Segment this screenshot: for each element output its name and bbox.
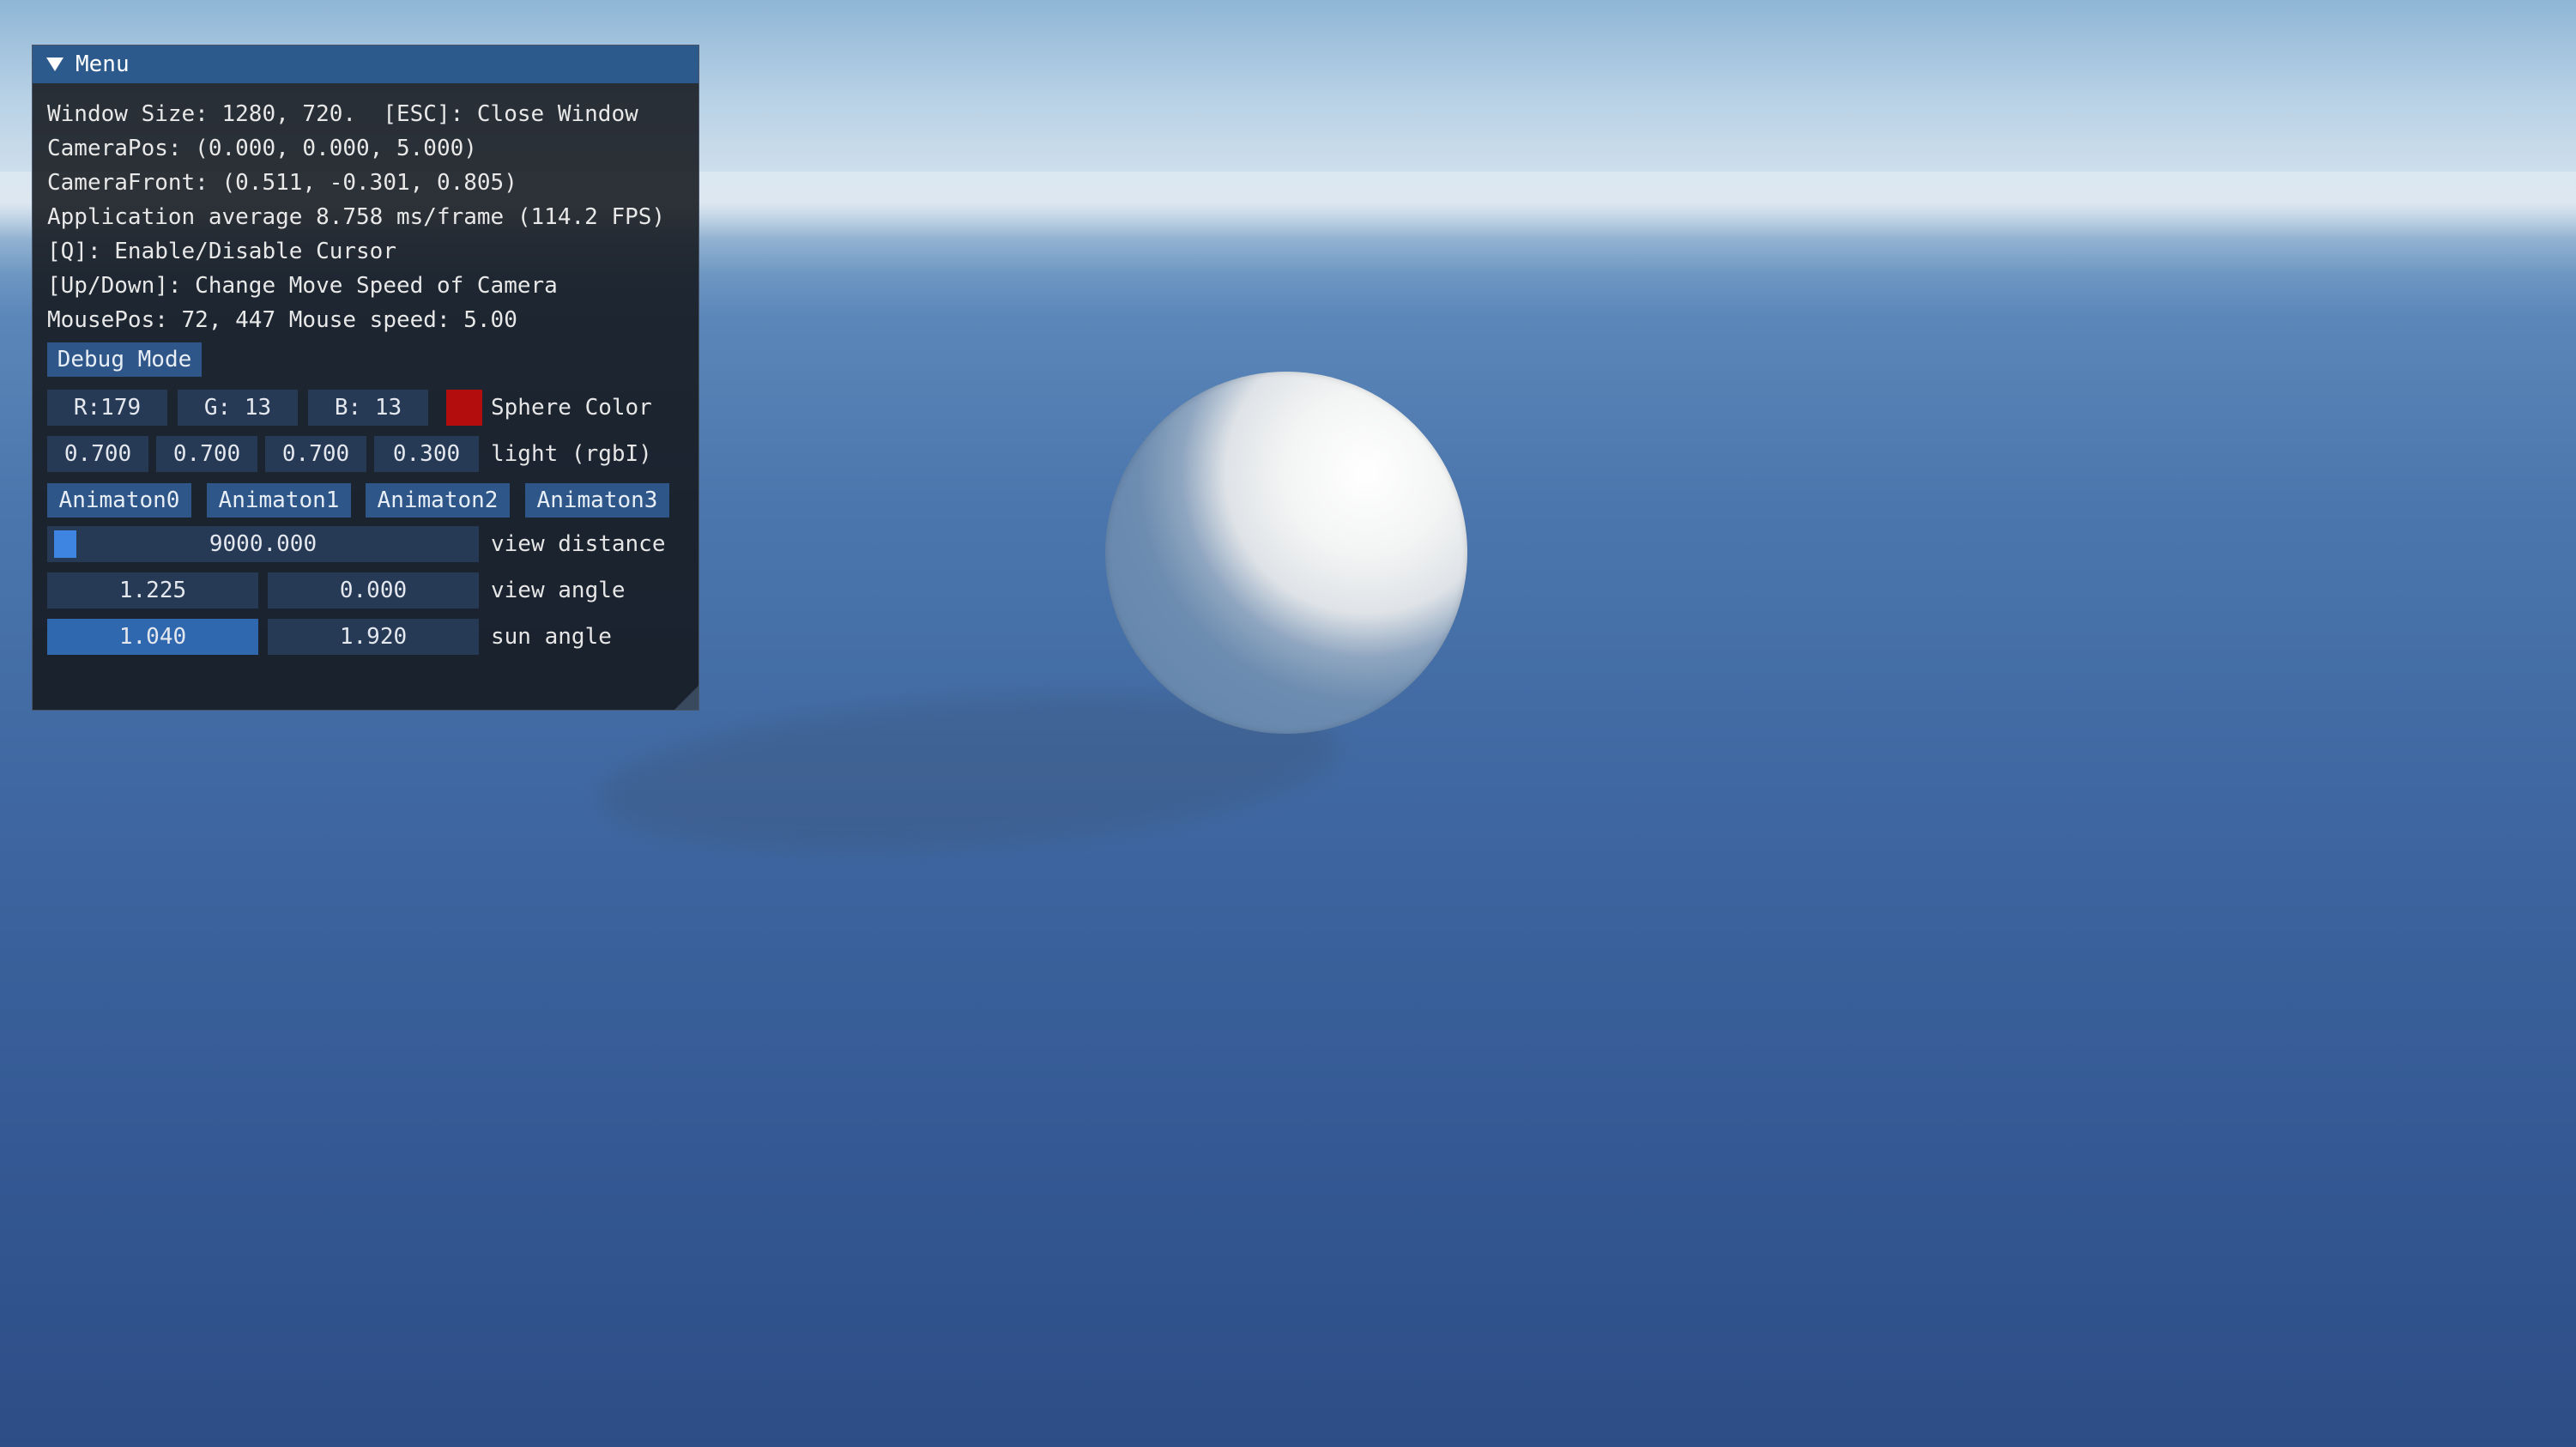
window-resize-grip[interactable] <box>674 686 698 710</box>
light-label: light (rgbI) <box>491 441 652 467</box>
sun-angle-x-field[interactable]: 1.040 <box>47 619 258 655</box>
sphere-color-b-field[interactable]: B: 13 <box>308 390 428 426</box>
info-camera-front: CameraFront: (0.511, -0.301, 0.805) <box>47 170 517 196</box>
sphere-color-swatch[interactable] <box>446 390 482 426</box>
info-fps: Application average 8.758 ms/frame (114.… <box>47 204 666 230</box>
sphere-color-label: Sphere Color <box>491 395 652 421</box>
info-cursor-toggle: [Q]: Enable/Disable Cursor <box>47 239 396 264</box>
info-camera-pos: CameraPos: (0.000, 0.000, 5.000) <box>47 136 477 161</box>
animation1-button[interactable]: Animaton1 <box>207 483 351 518</box>
view-distance-label: view distance <box>491 531 666 557</box>
sphere-color-g-field[interactable]: G: 13 <box>178 390 298 426</box>
animation3-button[interactable]: Animaton3 <box>525 483 669 518</box>
sun-angle-label: sun angle <box>491 624 612 650</box>
sphere-color-r-field[interactable]: R:179 <box>47 390 167 426</box>
menu-titlebar[interactable]: Menu <box>33 45 698 83</box>
menu-title: Menu <box>76 51 130 77</box>
view-distance-slider-grab[interactable] <box>54 530 76 558</box>
light-g-field[interactable]: 0.700 <box>156 436 257 472</box>
animation2-button[interactable]: Animaton2 <box>366 483 510 518</box>
menu-window[interactable]: Menu Window Size: 1280, 720. [ESC]: Clos… <box>32 45 699 711</box>
collapse-triangle-icon[interactable] <box>46 58 63 71</box>
animation0-button[interactable]: Animaton0 <box>47 483 191 518</box>
view-angle-x-field[interactable]: 1.225 <box>47 572 258 608</box>
sphere <box>1105 372 1467 734</box>
debug-mode-button[interactable]: Debug Mode <box>47 342 202 377</box>
info-mouse: MousePos: 72, 447 Mouse speed: 5.00 <box>47 307 517 333</box>
info-camera-speed: [Up/Down]: Change Move Speed of Camera <box>47 273 558 299</box>
info-window-size: Window Size: 1280, 720. [ESC]: Close Win… <box>47 101 638 127</box>
view-angle-y-field[interactable]: 0.000 <box>268 572 479 608</box>
sun-angle-y-field[interactable]: 1.920 <box>268 619 479 655</box>
light-r-field[interactable]: 0.700 <box>47 436 148 472</box>
light-intensity-field[interactable]: 0.300 <box>374 436 479 472</box>
view-distance-slider[interactable]: 9000.000 <box>47 526 479 562</box>
view-angle-label: view angle <box>491 578 626 603</box>
light-b-field[interactable]: 0.700 <box>265 436 366 472</box>
